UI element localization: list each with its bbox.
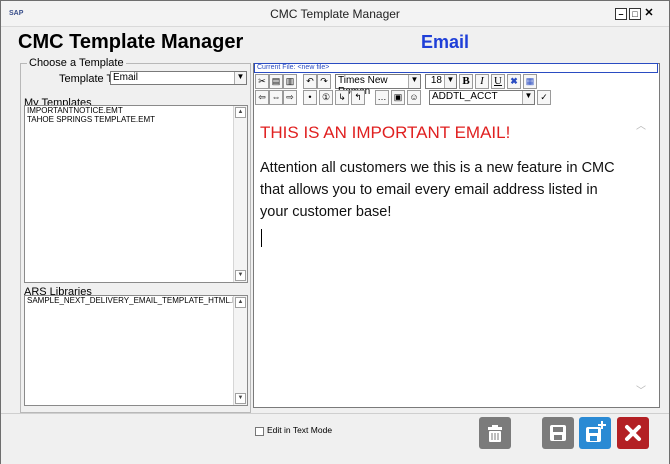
scrollbar[interactable]: ▲ ▼ [233,106,247,282]
save-new-button[interactable] [579,417,611,449]
floppy-icon [550,425,566,441]
cancel-button[interactable] [617,417,649,449]
scroll-up-icon[interactable]: ▲ [235,107,246,118]
trash-icon [488,425,502,442]
scroll-up-icon[interactable]: ▲ [235,297,246,308]
field-select-value: ADDTL_ACCT [432,91,498,102]
font-name-select[interactable]: Times New Roman ▼ [335,74,421,97]
scroll-down-icon[interactable]: ▼ [235,270,246,281]
paste-icon[interactable]: ▥ [283,74,297,89]
scrollbar[interactable]: ▲ ▼ [233,296,247,405]
undo-icon[interactable]: ↶ [303,74,317,89]
current-file-label: Current File: <new file> [254,63,658,73]
scroll-down-icon[interactable]: ▼ [235,393,246,404]
template-type-select[interactable]: Email ▼ [110,71,247,85]
indent-icon[interactable]: ↳ [335,90,349,105]
chevron-down-icon[interactable]: ▼ [522,91,534,104]
clear-format-icon[interactable]: ✖ [507,74,521,89]
numbering-icon[interactable]: ① [319,90,333,105]
window-title: CMC Template Manager [270,7,400,21]
application-window: SAP CMC Template Manager – □ ✕ CMC Templ… [0,0,670,464]
redo-icon[interactable]: ↷ [317,74,331,89]
minimize-icon[interactable]: – [615,8,627,20]
email-heading: THIS IS AN IMPORTANT EMAIL! [260,123,511,142]
save-button[interactable] [542,417,574,449]
scroll-up-icon[interactable]: ︿ [636,117,646,132]
floppy-plus-icon [586,421,606,442]
align-left-icon[interactable]: ⇦ [255,90,269,105]
list-item[interactable]: IMPORTANTNOTICE.EMT [25,106,247,115]
cut-icon[interactable]: ✂ [255,74,269,89]
template-type-value: Email [113,72,139,83]
text-caret [261,229,262,247]
title-bar[interactable]: SAP CMC Template Manager – □ ✕ [1,1,669,27]
horizontal-rule-icon[interactable]: … [375,90,389,105]
underline-button[interactable]: U [491,74,505,89]
maximize-icon[interactable]: □ [629,8,641,20]
bullet-icon[interactable]: • [303,90,317,105]
italic-button[interactable]: I [475,74,489,89]
edit-text-mode-checkbox[interactable] [255,427,264,436]
list-item[interactable]: TAHOE SPRINGS TEMPLATE.EMT [25,115,247,124]
font-size-select[interactable]: 18 ▼ [425,74,457,89]
align-right-icon[interactable]: ⇨ [283,90,297,105]
insert-field-check-icon[interactable]: ✓ [537,90,551,105]
align-center-icon[interactable]: ⇔ [269,90,283,105]
grid-icon[interactable]: ▦ [523,74,537,89]
delete-button[interactable] [479,417,511,449]
email-body: Attention all customers we this is a new… [260,160,615,220]
scroll-down-icon[interactable]: ﹀ [636,382,646,397]
choose-template-legend: Choose a Template [27,57,126,69]
outdent-icon[interactable]: ↰ [351,90,365,105]
chevron-down-icon[interactable]: ▼ [234,72,246,84]
chevron-down-icon[interactable]: ▼ [444,75,456,88]
app-title: CMC Template Manager [18,31,244,53]
field-select[interactable]: ADDTL_ACCT ▼ [429,90,535,105]
ars-libraries-list[interactable]: SAMPLE_NEXT_DELIVERY_EMAIL_TEMPLATE_HTML… [24,295,248,406]
font-size-value: 18 [430,75,442,86]
edit-text-mode-label: Edit in Text Mode [267,425,333,435]
list-item[interactable]: SAMPLE_NEXT_DELIVERY_EMAIL_TEMPLATE_HTML… [25,296,247,305]
chevron-down-icon[interactable]: ▼ [408,75,420,88]
emoji-icon[interactable]: ☺ [407,90,421,105]
bold-button[interactable]: B [459,74,473,89]
copy-icon[interactable]: ▤ [269,74,283,89]
email-editor[interactable]: THIS IS AN IMPORTANT EMAIL! Attention al… [254,107,658,407]
close-icon [625,425,641,441]
close-window-icon[interactable]: ✕ [643,8,655,20]
image-icon[interactable]: ▣ [391,90,405,105]
section-title: Email [421,32,470,52]
my-templates-list[interactable]: IMPORTANTNOTICE.EMT TAHOE SPRINGS TEMPLA… [24,105,248,283]
